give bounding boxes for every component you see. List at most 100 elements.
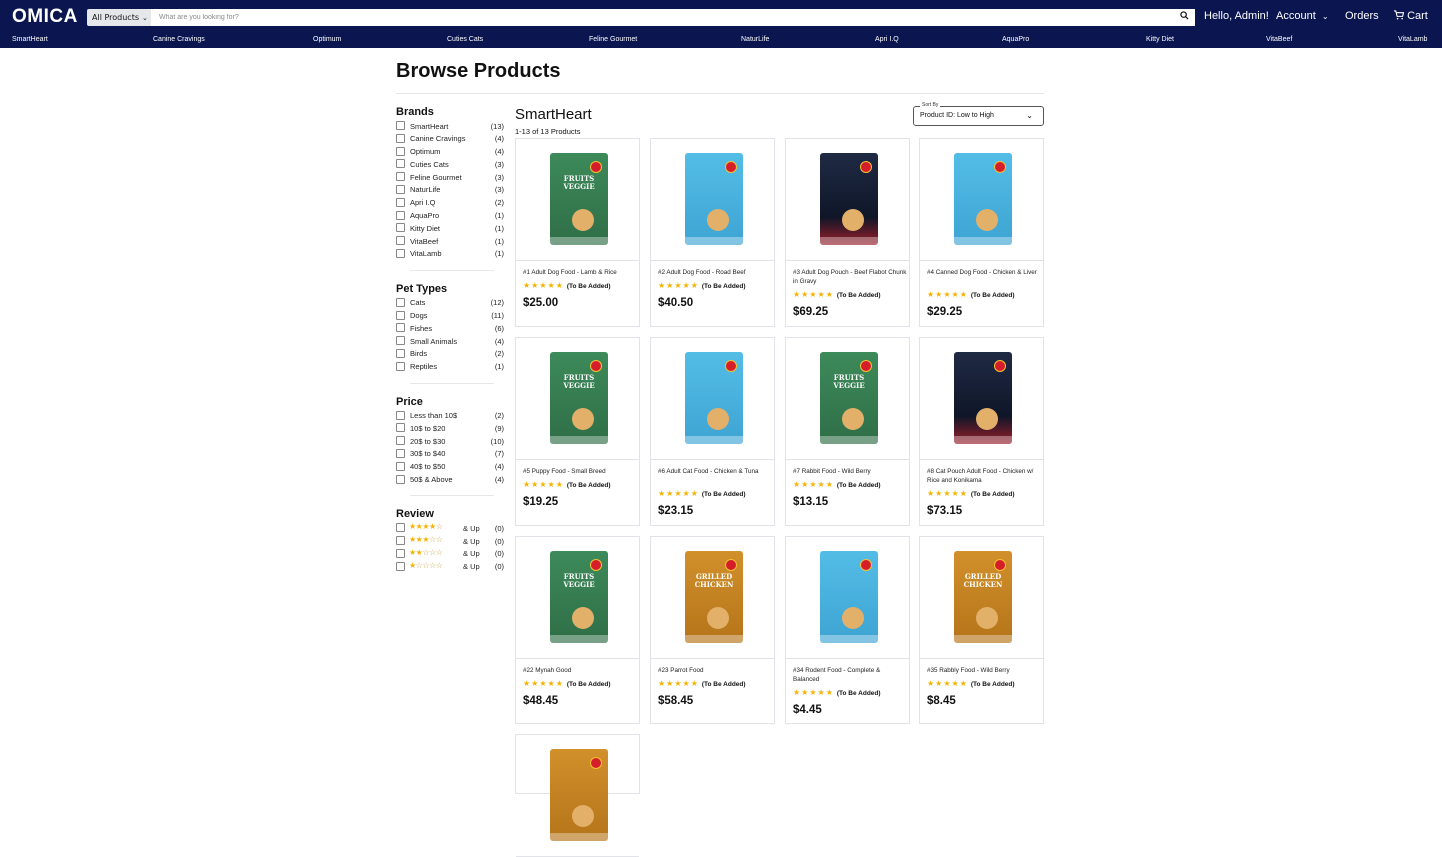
filter-checkbox[interactable] (396, 172, 405, 182)
brand-nav-item[interactable]: SmartHeart (12, 36, 48, 43)
filter-checkbox[interactable] (396, 146, 405, 156)
filter-option[interactable]: Optimum (4) (396, 146, 508, 159)
product-name[interactable]: #35 Rabbly Food - Wild Berry (927, 667, 1041, 676)
product-image[interactable] (651, 139, 774, 261)
product-card[interactable]: FRUITS VEGGIE #5 Puppy Food - Small Breed… (515, 337, 640, 526)
filter-checkbox[interactable] (396, 121, 405, 130)
product-name[interactable]: #22 Mynah Good (523, 667, 637, 676)
product-image[interactable]: FRUITS VEGGIE (516, 139, 639, 261)
product-card[interactable]: #2 Adult Dog Food - Road Beef ★★★★★ (To Be… (650, 138, 775, 327)
filter-checkbox[interactable] (396, 210, 405, 220)
filter-option[interactable]: Small Animals (4) (396, 335, 508, 348)
brand-nav-item[interactable]: Canine Cravings (153, 36, 205, 43)
filter-option[interactable]: Fishes (6) (396, 322, 508, 335)
filter-checkbox[interactable] (396, 461, 405, 471)
filter-checkbox[interactable] (396, 448, 405, 458)
product-image[interactable] (920, 139, 1043, 261)
product-image[interactable]: GRILLED CHICKEN (651, 537, 774, 659)
product-image[interactable] (786, 537, 909, 659)
product-card[interactable]: #3 Adult Dog Pouch - Beef Flabot Chunk i… (785, 138, 910, 327)
filter-option[interactable]: VitaBeef (1) (396, 235, 508, 248)
product-card[interactable] (515, 734, 640, 857)
filter-option[interactable]: ★☆☆☆☆ & Up (0) (396, 561, 508, 574)
filter-checkbox[interactable] (396, 323, 405, 333)
product-name[interactable]: #8 Cat Pouch Adult Food - Chicken w/ Ric… (927, 468, 1041, 485)
product-name[interactable]: #6 Adult Cat Food - Chicken & Tuna (658, 468, 772, 477)
product-name[interactable]: #1 Adult Dog Food - Lamb & Rice (523, 269, 637, 278)
product-card[interactable]: FRUITS VEGGIE #22 Mynah Good ★★★★★ (To Be A… (515, 536, 640, 724)
filter-option[interactable]: 40$ to $50 (4) (396, 461, 508, 474)
filter-option[interactable]: AquaPro (1) (396, 210, 508, 223)
filter-checkbox[interactable] (396, 423, 405, 433)
site-logo[interactable]: OMICA (12, 6, 78, 28)
product-card[interactable]: #6 Adult Cat Food - Chicken & Tuna ★★★★★(… (650, 337, 775, 526)
brand-nav-item[interactable]: Kitty Diet (1146, 36, 1174, 43)
product-image[interactable] (651, 338, 774, 460)
filter-option[interactable]: 20$ to $30 (10) (396, 435, 508, 448)
filter-option[interactable]: SmartHeart (13) (396, 120, 508, 133)
search-icon[interactable] (1174, 9, 1194, 26)
filter-checkbox[interactable] (396, 159, 405, 169)
filter-option[interactable]: 50$ & Above (4) (396, 474, 508, 487)
filter-option[interactable]: VitaLamb (1) (396, 248, 508, 261)
filter-option[interactable]: Canine Cravings (4) (396, 133, 508, 146)
filter-checkbox[interactable] (396, 297, 405, 307)
product-card[interactable]: FRUITS VEGGIE #7 Rabbit Food - Wild Berry… (785, 337, 910, 526)
product-name[interactable]: #3 Adult Dog Pouch - Beef Flabot Chunk i… (793, 269, 907, 286)
filter-option[interactable]: Reptiles (1) (396, 361, 508, 374)
filter-checkbox[interactable] (396, 561, 405, 571)
filter-option[interactable]: NaturLife (3) (396, 184, 508, 197)
account-menu[interactable]: Account ⌄ (1276, 10, 1329, 22)
product-name[interactable]: #23 Parrot Food (658, 667, 772, 676)
product-card[interactable]: #4 Canned Dog Food - Chicken & Liver ★★★★… (919, 138, 1044, 327)
product-card[interactable]: FRUITS VEGGIE #1 Adult Dog Food - Lamb & … (515, 138, 640, 327)
filter-option[interactable]: 30$ to $40 (7) (396, 448, 508, 461)
filter-checkbox[interactable] (396, 197, 405, 207)
brand-nav-item[interactable]: Feline Gourmet (589, 36, 637, 43)
filter-checkbox[interactable] (396, 436, 405, 446)
product-image[interactable]: FRUITS VEGGIE (516, 537, 639, 659)
filter-checkbox[interactable] (396, 310, 405, 320)
brand-nav-item[interactable]: VitaLamb (1398, 36, 1427, 43)
brand-nav-item[interactable]: Apri I.Q (875, 36, 899, 43)
filter-checkbox[interactable] (396, 348, 405, 358)
filter-checkbox[interactable] (396, 184, 405, 194)
product-name[interactable]: #2 Adult Dog Food - Road Beef (658, 269, 772, 278)
product-name[interactable]: #4 Canned Dog Food - Chicken & Liver (927, 269, 1041, 278)
filter-option[interactable]: 10$ to $20 (9) (396, 422, 508, 435)
filter-checkbox[interactable] (396, 336, 405, 346)
product-image[interactable]: FRUITS VEGGIE (786, 338, 909, 460)
product-card[interactable]: GRILLED CHICKEN #35 Rabbly Food - Wild Be… (919, 536, 1044, 724)
filter-checkbox[interactable] (396, 223, 405, 233)
filter-checkbox[interactable] (396, 536, 405, 546)
sort-select[interactable]: Sort By Product ID: Low to High ⌄ (913, 102, 1044, 126)
filter-checkbox[interactable] (396, 474, 405, 484)
filter-option[interactable]: ★★☆☆☆ & Up (0) (396, 548, 508, 561)
filter-checkbox[interactable] (396, 548, 405, 558)
orders-link[interactable]: Orders (1345, 10, 1379, 22)
filter-option[interactable]: Kitty Diet (1) (396, 222, 508, 235)
filter-option[interactable]: Cats (12) (396, 297, 508, 310)
filter-option[interactable]: ★★★★☆ & Up (0) (396, 522, 508, 535)
filter-option[interactable]: ★★★☆☆ & Up (0) (396, 535, 508, 548)
product-image[interactable]: FRUITS VEGGIE (516, 338, 639, 460)
product-card[interactable]: #34 Rodent Food - Complete & Balanced ★★★… (785, 536, 910, 724)
filter-checkbox[interactable] (396, 410, 405, 420)
filter-option[interactable]: Apri I.Q (2) (396, 197, 508, 210)
product-image[interactable]: GRILLED CHICKEN (920, 537, 1043, 659)
brand-nav-item[interactable]: VitaBeef (1266, 36, 1292, 43)
filter-option[interactable]: Cuties Cats (3) (396, 158, 508, 171)
brand-nav-item[interactable]: Optimum (313, 36, 341, 43)
product-image[interactable] (516, 735, 639, 857)
filter-option[interactable]: Birds (2) (396, 348, 508, 361)
product-name[interactable]: #7 Rabbit Food - Wild Berry (793, 468, 907, 477)
brand-nav-item[interactable]: NaturLife (741, 36, 769, 43)
product-name[interactable]: #34 Rodent Food - Complete & Balanced (793, 667, 907, 684)
cart-link[interactable]: Cart (1393, 10, 1428, 22)
filter-checkbox[interactable] (396, 236, 405, 246)
filter-checkbox[interactable] (396, 523, 405, 533)
filter-checkbox[interactable] (396, 133, 405, 143)
filter-checkbox[interactable] (396, 361, 405, 371)
category-select[interactable]: All Products ⌄ (87, 9, 151, 26)
product-image[interactable] (786, 139, 909, 261)
